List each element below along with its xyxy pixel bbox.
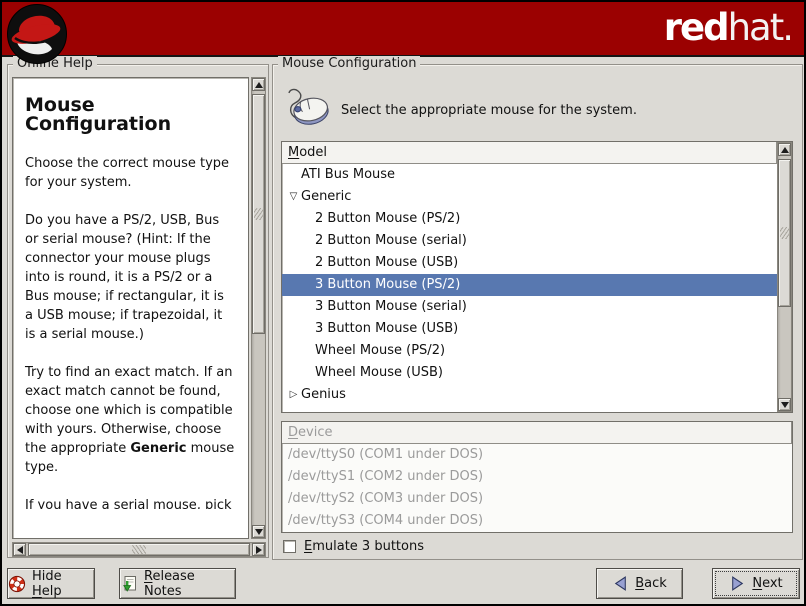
installer-window: redhat. Online Help Mouse Configuration … xyxy=(0,0,806,606)
device-column-header: Device xyxy=(282,422,792,444)
mouse-configuration-frame-label: Mouse Configuration xyxy=(278,56,420,72)
arrow-left-icon xyxy=(17,546,23,554)
help-paragraph: Try to find an exact match. If an exact … xyxy=(25,363,236,477)
scroll-right-button[interactable] xyxy=(252,543,265,556)
scroll-up-button[interactable] xyxy=(778,143,791,156)
arrow-down-icon xyxy=(255,529,263,535)
header-bar: redhat. xyxy=(2,2,804,57)
brand-light-text: hat. xyxy=(728,6,792,49)
device-list-row: /dev/ttyS2 (COM3 under DOS) xyxy=(282,488,792,510)
expander-icon[interactable]: ▽ xyxy=(286,186,301,208)
expander-icon[interactable]: ▷ xyxy=(286,384,301,406)
scroll-up-button[interactable] xyxy=(252,78,265,91)
device-row-label: /dev/ttyS2 (COM3 under DOS) xyxy=(288,488,483,510)
scroll-left-button[interactable] xyxy=(13,543,26,556)
model-list-row[interactable]: Wheel Mouse (PS/2) xyxy=(282,340,792,362)
emulate-3-buttons-row[interactable]: Emulate 3 buttons xyxy=(283,539,424,554)
model-list: Model ATI Bus Mouse ▽ Generic 2 Button M… xyxy=(281,141,793,413)
help-horizontal-scrollbar[interactable] xyxy=(12,542,266,557)
scrollbar-thumb[interactable] xyxy=(28,543,250,556)
device-row-label: /dev/ttyS1 (COM2 under DOS) xyxy=(288,466,483,488)
device-list-row: /dev/ttyS3 (COM4 under DOS) xyxy=(282,510,792,532)
help-paragraph: Do you have a PS/2, USB, Bus or serial m… xyxy=(25,211,236,344)
scroll-down-button[interactable] xyxy=(778,398,791,411)
grip-icon xyxy=(780,227,789,239)
model-list-row[interactable]: 2 Button Mouse (serial) xyxy=(282,230,792,252)
next-arrow-icon xyxy=(729,575,746,592)
model-list-rows: ATI Bus Mouse ▽ Generic 2 Button Mouse (… xyxy=(282,164,792,406)
model-row-label: ATI Bus Mouse xyxy=(301,164,395,186)
help-vertical-scrollbar[interactable] xyxy=(251,77,266,539)
model-row-label: Wheel Mouse (PS/2) xyxy=(315,340,445,362)
model-list-row[interactable]: 2 Button Mouse (PS/2) xyxy=(282,208,792,230)
release-notes-label: Release Notes xyxy=(144,569,235,599)
model-row-label: 3 Button Mouse (PS/2) xyxy=(315,274,460,296)
model-row-label: 2 Button Mouse (PS/2) xyxy=(315,208,460,230)
hide-help-label: Hide Help xyxy=(32,569,94,599)
model-list-scrollbar[interactable] xyxy=(777,142,792,412)
model-row-label: Genius xyxy=(301,384,346,406)
back-label: Back xyxy=(635,576,667,591)
emulate-3-buttons-label: Emulate 3 buttons xyxy=(304,539,424,554)
emulate-3-buttons-checkbox[interactable] xyxy=(283,540,296,553)
model-list-row[interactable]: Wheel Mouse (USB) xyxy=(282,362,792,384)
help-paragraphs: Choose the correct mouse type for your s… xyxy=(25,154,236,509)
model-row-label: Generic xyxy=(301,186,351,208)
scrollbar-thumb[interactable] xyxy=(252,94,265,334)
next-label: Next xyxy=(752,576,782,591)
device-row-label: /dev/ttyS3 (COM4 under DOS) xyxy=(288,510,483,532)
next-button[interactable]: Next xyxy=(712,568,800,599)
scroll-down-button[interactable] xyxy=(252,525,265,538)
hide-help-button[interactable]: Hide Help xyxy=(7,568,95,599)
brand-bold-text: red xyxy=(664,6,728,49)
model-row-label: 2 Button Mouse (serial) xyxy=(315,230,467,252)
redhat-shadowman-logo xyxy=(6,3,68,65)
arrow-up-icon xyxy=(255,82,263,88)
arrow-up-icon xyxy=(781,147,789,153)
release-notes-button[interactable]: Release Notes xyxy=(119,568,236,599)
model-list-row[interactable]: 3 Button Mouse (serial) xyxy=(282,296,792,318)
model-list-row[interactable]: 3 Button Mouse (PS/2) xyxy=(282,274,777,296)
model-row-label: 3 Button Mouse (USB) xyxy=(315,318,458,340)
model-column-header[interactable]: Model xyxy=(282,142,777,164)
back-arrow-icon xyxy=(612,575,629,592)
instruction-text: Select the appropriate mouse for the sys… xyxy=(341,103,637,118)
model-row-label: Wheel Mouse (USB) xyxy=(315,362,443,384)
help-text-view: Mouse Configuration Choose the correct m… xyxy=(12,77,249,539)
back-button[interactable]: Back xyxy=(596,568,683,599)
model-list-row[interactable]: 3 Button Mouse (USB) xyxy=(282,318,792,340)
mouse-configuration-frame: Mouse Configuration Select the appropria… xyxy=(272,64,803,560)
grip-icon xyxy=(132,545,146,554)
model-list-row[interactable]: 2 Button Mouse (USB) xyxy=(282,252,792,274)
model-list-row[interactable]: ▷ Genius xyxy=(282,384,792,406)
device-list: Device /dev/ttyS0 (COM1 under DOS) /dev/… xyxy=(281,421,793,533)
model-row-label: 2 Button Mouse (USB) xyxy=(315,252,458,274)
grip-icon xyxy=(254,208,263,220)
life-buoy-icon xyxy=(8,575,26,593)
model-list-row[interactable]: ▽ Generic xyxy=(282,186,792,208)
device-list-row: /dev/ttyS1 (COM2 under DOS) xyxy=(282,466,792,488)
release-notes-icon xyxy=(120,575,138,593)
scrollbar-thumb[interactable] xyxy=(778,159,791,307)
redhat-wordmark: redhat. xyxy=(664,6,792,49)
help-title: Mouse Configuration xyxy=(25,96,236,134)
help-paragraph: Choose the correct mouse type for your s… xyxy=(25,154,236,192)
model-row-label: 3 Button Mouse (serial) xyxy=(315,296,467,318)
device-list-rows: /dev/ttyS0 (COM1 under DOS) /dev/ttyS1 (… xyxy=(282,444,792,532)
arrow-right-icon xyxy=(256,546,262,554)
device-row-label: /dev/ttyS0 (COM1 under DOS) xyxy=(288,444,483,466)
mouse-icon xyxy=(285,87,331,127)
arrow-down-icon xyxy=(781,402,789,408)
model-list-row[interactable]: ATI Bus Mouse xyxy=(282,164,792,186)
device-list-row: /dev/ttyS0 (COM1 under DOS) xyxy=(282,444,792,466)
help-paragraph: If you have a serial mouse, pick xyxy=(25,496,236,509)
online-help-frame: Online Help Mouse Configuration Choose t… xyxy=(7,64,269,558)
